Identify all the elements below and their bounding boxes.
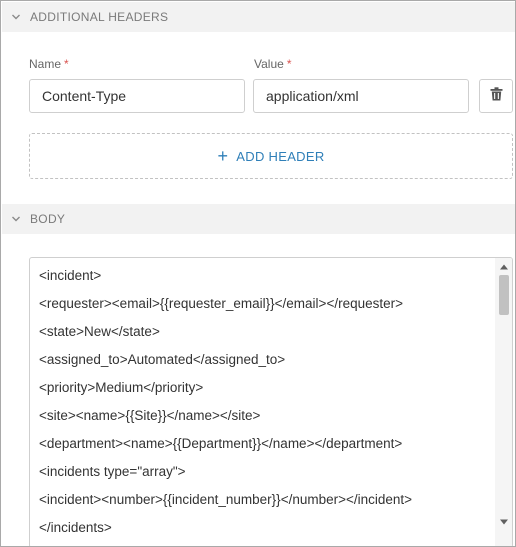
code-line: <state>New</state> — [39, 324, 160, 339]
code-line: <incident><number>{{incident_number}}</n… — [39, 492, 413, 507]
code-line: <incidents type="array"> — [39, 464, 186, 479]
name-label: Name * — [29, 57, 69, 71]
vertical-scrollbar[interactable] — [495, 258, 512, 546]
required-asterisk: * — [286, 57, 292, 71]
chevron-down-icon[interactable] — [2, 214, 30, 224]
additional-headers-title: ADDITIONAL HEADERS — [30, 10, 169, 24]
body-section-header[interactable]: BODY — [2, 204, 515, 234]
delete-header-button[interactable] — [479, 79, 513, 113]
http-request-config-panel: ADDITIONAL HEADERS Name * Value * Content-… — [0, 0, 516, 547]
code-line: </incidents> — [39, 520, 112, 535]
scroll-up-arrow-icon[interactable] — [495, 260, 512, 274]
code-line: <assigned_to>Automated</assigned_to> — [39, 352, 286, 367]
body-textarea[interactable]: <incident> <requester><email>{{requester… — [29, 257, 513, 546]
body-code-lines: <incident> <requester><email>{{requester… — [39, 266, 492, 546]
add-header-label: ADD HEADER — [236, 148, 325, 164]
code-line: <site><name>{{Site}}</name></site> — [39, 408, 261, 423]
name-label-text: Name — [29, 57, 62, 71]
body-title: BODY — [30, 212, 66, 226]
scroll-thumb[interactable] — [499, 275, 509, 315]
code-line: <incident> — [39, 268, 102, 283]
value-label: Value * — [254, 57, 291, 71]
header-value-input[interactable]: application/xml — [253, 79, 469, 113]
value-label-text: Value — [254, 57, 284, 71]
code-line: <requester><email>{{requester_email}}</e… — [39, 296, 403, 311]
code-line: <priority>Medium</priority> — [39, 380, 204, 395]
chevron-down-icon[interactable] — [2, 12, 30, 22]
plus-icon: + — [217, 146, 229, 166]
additional-headers-section-header[interactable]: ADDITIONAL HEADERS — [2, 2, 515, 32]
trash-icon — [490, 86, 503, 106]
add-header-button[interactable]: + ADD HEADER — [29, 133, 513, 179]
code-line: <department><name>{{Department}}</name><… — [39, 436, 403, 451]
required-asterisk: * — [64, 57, 69, 71]
header-name-input[interactable]: Content-Type — [29, 79, 245, 113]
scroll-down-arrow-icon[interactable] — [495, 515, 512, 529]
